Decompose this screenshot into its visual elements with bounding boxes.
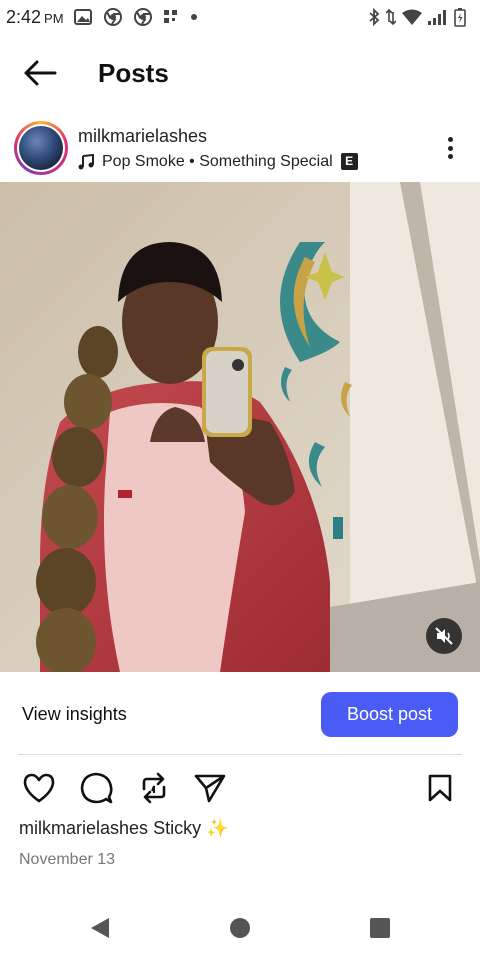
back-triangle-icon <box>91 918 109 938</box>
post-caption: milkmarielashes Sticky ✨ <box>19 818 228 839</box>
post-meta: milkmarielashes Pop Smoke • Something Sp… <box>78 126 358 171</box>
post-actions <box>0 766 480 810</box>
comment-icon <box>80 772 113 804</box>
arrow-left-icon <box>24 60 57 86</box>
insights-row: View insights Boost post <box>0 690 480 738</box>
repost-button[interactable] <box>134 768 174 808</box>
explicit-badge: E <box>340 153 358 170</box>
avatar[interactable] <box>14 121 68 175</box>
dot-icon <box>190 14 197 20</box>
chrome-icon <box>133 8 152 26</box>
bookmark-icon <box>428 774 452 802</box>
nav-recents-button[interactable] <box>360 908 400 948</box>
system-nav-bar <box>0 900 480 956</box>
music-title: Something Special <box>199 152 333 170</box>
mute-button[interactable] <box>426 618 462 654</box>
post-username[interactable]: milkmarielashes <box>78 126 358 147</box>
post-date: November 13 <box>19 851 116 868</box>
recents-square-icon <box>370 918 390 938</box>
share-icon <box>194 774 226 803</box>
signal-icon <box>428 10 446 25</box>
music-artist: Pop Smoke <box>102 152 185 170</box>
page-title: Posts <box>98 57 169 88</box>
boost-post-button[interactable]: Boost post <box>321 691 458 737</box>
home-circle-icon <box>230 918 250 938</box>
bluetooth-icon <box>369 8 380 26</box>
like-button[interactable] <box>19 768 59 808</box>
divider <box>18 754 462 755</box>
wifi-icon <box>402 9 422 25</box>
back-button[interactable] <box>18 51 62 95</box>
more-options-button[interactable] <box>440 133 460 163</box>
status-bar: 2:42 PM <box>0 0 480 34</box>
comment-button[interactable] <box>76 768 116 808</box>
nav-home-button[interactable] <box>220 908 260 948</box>
repost-icon <box>142 772 166 804</box>
mute-icon <box>435 627 453 645</box>
view-insights-link[interactable]: View insights <box>22 704 127 725</box>
save-button[interactable] <box>420 768 460 808</box>
data-arrows-icon <box>386 8 396 26</box>
status-time-value: 2:42 <box>6 6 42 27</box>
vertical-dots-icon <box>447 137 453 142</box>
app-grid-icon <box>163 10 177 23</box>
dot <box>447 154 453 159</box>
status-ampm: PM <box>44 10 64 26</box>
post-header: milkmarielashes Pop Smoke • Something Sp… <box>0 116 480 180</box>
avatar-image <box>19 126 63 170</box>
nav-back-button[interactable] <box>80 908 120 948</box>
caption-text: Sticky ✨ <box>153 818 229 838</box>
dot <box>447 145 453 151</box>
caption-username[interactable]: milkmarielashes <box>19 818 148 838</box>
post-media[interactable] <box>0 182 480 672</box>
post-photo <box>0 182 480 672</box>
status-time: 2:42 PM <box>6 7 64 28</box>
battery-charging-icon <box>454 8 466 27</box>
heart-icon <box>23 773 55 803</box>
share-button[interactable] <box>190 768 230 808</box>
app-header: Posts <box>0 44 480 102</box>
music-note-icon <box>78 153 94 169</box>
image-notification-icon <box>73 9 92 25</box>
chrome-icon <box>103 8 122 26</box>
music-separator: • <box>189 152 195 170</box>
music-attribution[interactable]: Pop Smoke • Something Special E <box>78 153 358 171</box>
